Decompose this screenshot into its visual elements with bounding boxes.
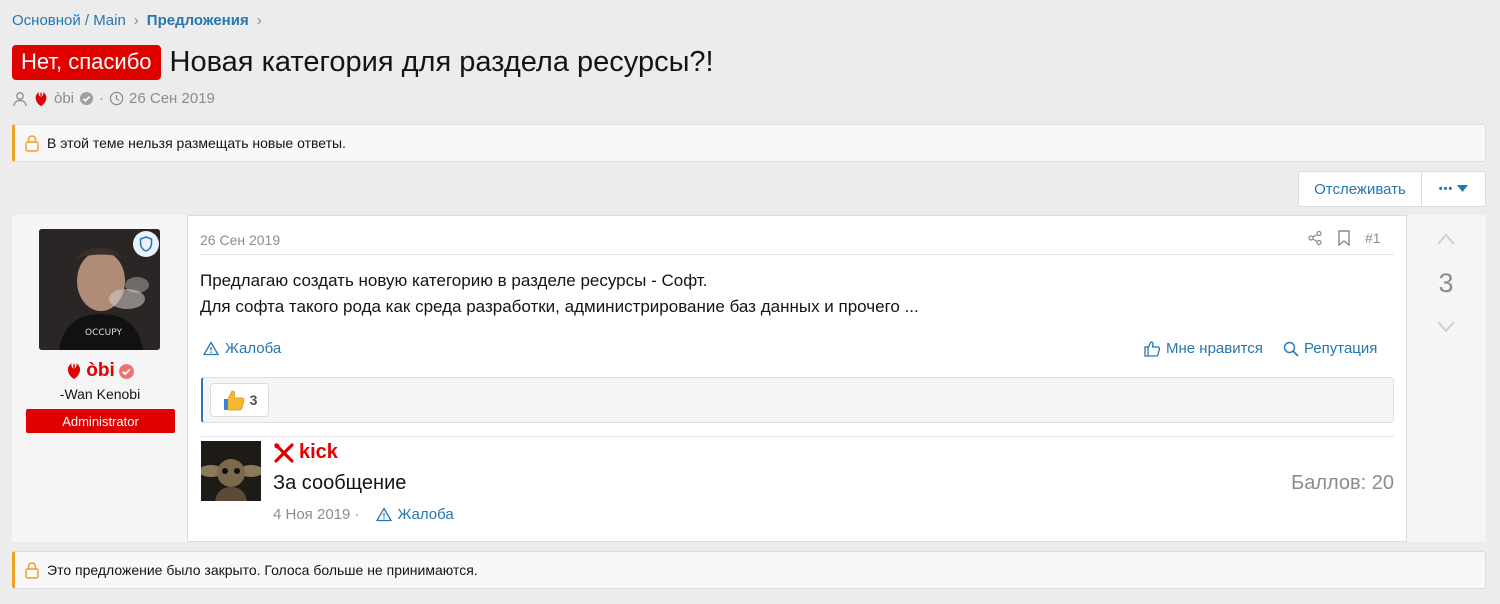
closed-notice-text: Это предложение было закрыто. Голоса бол… bbox=[47, 562, 478, 578]
page-title: Новая категория для раздела ресурсы?! bbox=[169, 46, 714, 78]
vote-count: 3 bbox=[1438, 268, 1454, 298]
staff-shield-icon bbox=[133, 231, 159, 257]
like-label: Мне нравится bbox=[1166, 340, 1263, 357]
search-icon bbox=[1283, 341, 1299, 357]
rebel-logo-icon bbox=[35, 91, 47, 106]
thread-date-link[interactable]: 26 Сен 2019 bbox=[129, 90, 215, 107]
rep-avatar-image bbox=[199, 441, 263, 501]
closed-notice: Это предложение было закрыто. Голоса бол… bbox=[12, 551, 1486, 589]
wrench-screwdriver-icon bbox=[274, 442, 294, 463]
downvote-icon[interactable] bbox=[1436, 320, 1456, 334]
reputation-label: Репутация bbox=[1303, 340, 1378, 357]
post-body-line: Предлагаю создать новую категорию в разд… bbox=[200, 271, 708, 290]
thread-title-row: Нет, спасибо Новая категория для раздела… bbox=[12, 44, 714, 80]
report-link[interactable]: Жалоба bbox=[203, 340, 281, 357]
thread-prefix[interactable]: Нет, спасибо bbox=[12, 44, 161, 80]
breadcrumb: Основной / Main › Предложения › bbox=[12, 12, 262, 29]
like-button[interactable]: Мне нравится bbox=[1144, 340, 1263, 357]
svg-text:OCCUPY: OCCUPY bbox=[85, 328, 122, 338]
user-role-banner: Administrator bbox=[26, 409, 175, 433]
rep-report-label: Жалоба bbox=[397, 506, 454, 523]
breadcrumb-current[interactable]: Предложения bbox=[147, 12, 249, 29]
meta-separator: · bbox=[99, 90, 105, 107]
verified-icon bbox=[118, 363, 134, 379]
locked-notice: В этой теме нельзя размещать новые ответ… bbox=[12, 124, 1486, 162]
clock-icon bbox=[109, 91, 124, 106]
rep-user-avatar[interactable] bbox=[199, 441, 263, 501]
reputation-divider bbox=[201, 436, 1394, 437]
post-username-text: òbi bbox=[86, 360, 115, 381]
post-header-actions: #1 bbox=[1307, 230, 1381, 246]
post-number-link[interactable]: #1 bbox=[1365, 230, 1381, 246]
rep-comment: За сообщение bbox=[273, 472, 407, 494]
rep-report-link[interactable]: Жалоба bbox=[375, 506, 454, 523]
user-icon bbox=[13, 91, 27, 106]
rep-username[interactable]: kick bbox=[273, 441, 338, 464]
thumbs-up-icon bbox=[1144, 341, 1161, 357]
more-options-label: ••• bbox=[1438, 183, 1454, 195]
post-header-divider bbox=[200, 254, 1394, 255]
lock-icon bbox=[25, 134, 39, 152]
chevron-right-icon: › bbox=[133, 12, 139, 29]
share-icon[interactable] bbox=[1307, 230, 1323, 246]
rep-username-text: kick bbox=[299, 441, 338, 463]
thread-meta: òbi · 26 Сен 2019 bbox=[12, 90, 215, 107]
rebel-logo-icon bbox=[68, 363, 81, 379]
warning-icon bbox=[375, 507, 392, 522]
breadcrumb-root[interactable]: Основной / Main bbox=[12, 12, 126, 29]
thumbs-up-emoji-icon bbox=[223, 390, 244, 411]
reputation-button[interactable]: Репутация bbox=[1283, 340, 1377, 357]
post-user-title: -Wan Kenobi bbox=[59, 386, 141, 402]
vote-cell bbox=[1406, 215, 1486, 542]
chevron-right-icon: › bbox=[256, 12, 262, 29]
post-body-line: Для софта такого рода как среда разработ… bbox=[200, 297, 919, 316]
upvote-icon[interactable] bbox=[1436, 232, 1456, 246]
locked-notice-text: В этой теме нельзя размещать новые ответ… bbox=[47, 135, 346, 151]
post-date-link[interactable]: 26 Сен 2019 bbox=[200, 232, 280, 248]
rep-date: 4 Ноя 2019 · bbox=[273, 506, 360, 523]
verified-icon bbox=[79, 91, 94, 106]
post-actions-right: Мне нравится Репутация bbox=[1144, 340, 1377, 357]
lock-icon bbox=[25, 561, 39, 579]
caret-down-icon bbox=[1457, 185, 1469, 192]
post-body: Предлагаю создать новую категорию в разд… bbox=[200, 268, 919, 320]
rep-points: Баллов: 20 bbox=[1291, 472, 1394, 494]
thread-author-link[interactable]: òbi bbox=[54, 90, 74, 107]
post-username[interactable]: òbi bbox=[12, 360, 188, 382]
report-label: Жалоба bbox=[225, 340, 282, 357]
reactions-bar bbox=[201, 377, 1394, 423]
reaction-like-pill[interactable]: 3 bbox=[210, 383, 269, 417]
rep-meta: 4 Ноя 2019 · Жалоба bbox=[273, 506, 454, 523]
more-options-button[interactable]: ••• bbox=[1421, 171, 1486, 207]
warning-icon bbox=[203, 341, 219, 356]
bookmark-icon[interactable] bbox=[1337, 230, 1351, 246]
reaction-count: 3 bbox=[249, 392, 258, 408]
watch-button[interactable]: Отслеживать bbox=[1298, 171, 1422, 207]
